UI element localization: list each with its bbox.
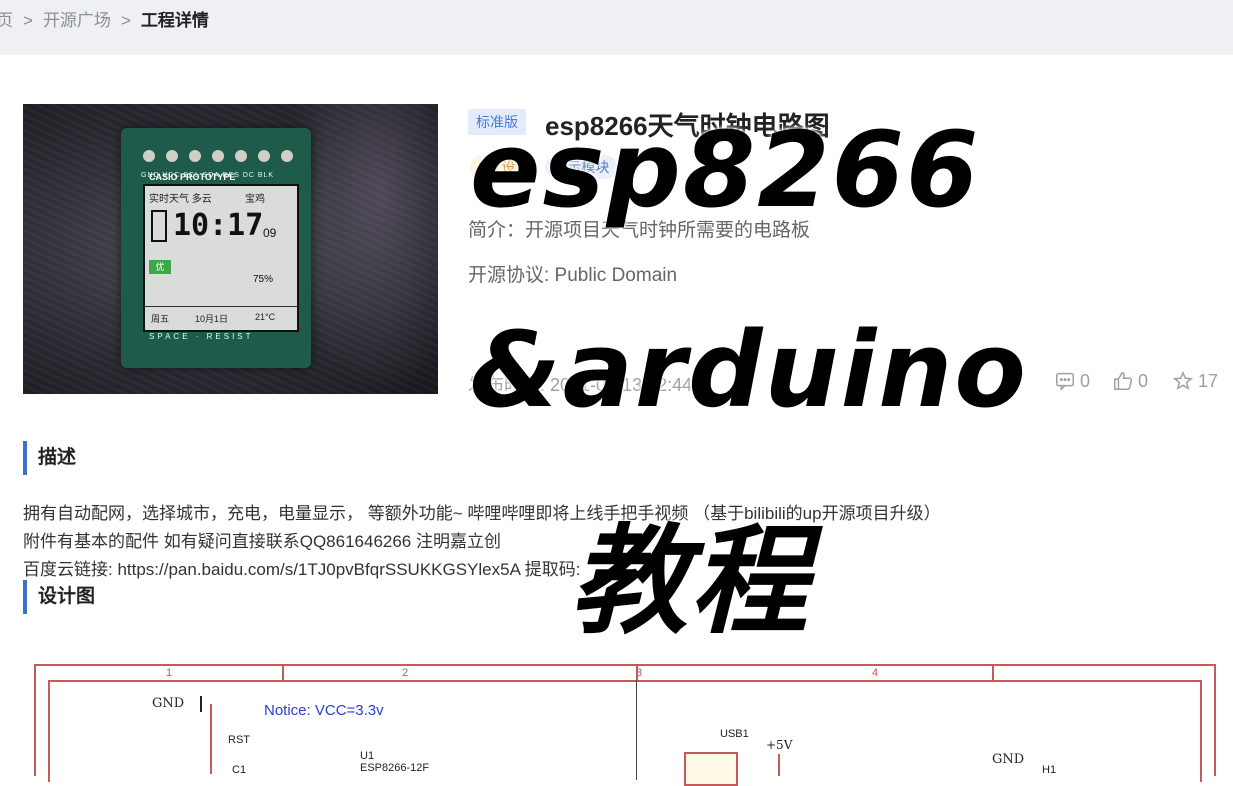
schematic-col-2: 2 xyxy=(402,667,409,679)
device-board: GND VCC SCL SDA RES DC BLK CASIO PROTOTY… xyxy=(121,128,311,368)
lcd-air-quality: 优 xyxy=(149,260,171,274)
breadcrumb-separator: > xyxy=(23,11,33,30)
project-photo[interactable]: GND VCC SCL SDA RES DC BLK CASIO PROTOTY… xyxy=(23,104,438,394)
battery-icon xyxy=(151,210,167,242)
likes-stat[interactable]: 0 xyxy=(1112,370,1148,392)
schematic-col-4: 4 xyxy=(872,667,879,679)
schematic-rst: RST xyxy=(228,734,250,746)
lcd-seconds: 09 xyxy=(263,226,277,240)
lcd-weather: 实时天气 多云 xyxy=(149,194,212,205)
board-footer: SPACE · RESIST xyxy=(149,332,254,341)
comment-icon xyxy=(1056,372,1074,392)
lcd-time: 10:17 xyxy=(173,208,264,243)
description-heading: 描述 xyxy=(23,441,76,475)
breadcrumb-square-link[interactable]: 开源广场 xyxy=(43,6,111,31)
schematic-u1-part: ESP8266-12F xyxy=(360,762,430,774)
likes-count: 0 xyxy=(1138,370,1149,391)
description-line-3[interactable]: 百度云链接: https://pan.baidu.com/s/1TJ0pvBfq… xyxy=(23,555,580,580)
project-license: 开源协议: Public Domain xyxy=(468,265,678,286)
description-line-2: 附件有基本的配件 如有疑问直接联系QQ861646266 注明嘉立创 xyxy=(23,532,501,551)
overlay-title-line-1: esp8266 xyxy=(470,109,981,231)
thumbs-up-icon xyxy=(1114,372,1133,390)
lcd-date: 10月1日 xyxy=(195,314,229,324)
schematic-c1: C1 xyxy=(232,764,247,776)
schematic-col-1: 1 xyxy=(166,667,173,679)
lcd-temp: 21°C xyxy=(255,312,276,322)
design-heading: 设计图 xyxy=(23,580,95,614)
breadcrumb-bar: 页 > 开源广场 > 工程详情 xyxy=(0,0,1233,55)
comments-stat[interactable]: 0 xyxy=(1054,370,1090,392)
schematic-h1: H1 xyxy=(1042,764,1057,776)
star-icon xyxy=(1172,370,1194,390)
overlay-title-line-2: &arduino xyxy=(470,309,1028,431)
lcd-screen: CASIO PROTOTYPE 实时天气 多云 宝鸡 10:17 09 优 75… xyxy=(143,172,299,332)
lcd-weekday: 周五 xyxy=(151,314,170,324)
breadcrumb-home-link[interactable]: 页 xyxy=(0,6,13,31)
schematic-notice: Notice: VCC=3.3v xyxy=(264,702,384,719)
lcd-city: 宝鸡 xyxy=(245,194,265,205)
breadcrumb: 页 > 开源广场 > 工程详情 xyxy=(0,6,209,31)
schematic-usb1: USB1 xyxy=(720,728,749,740)
breadcrumb-separator: > xyxy=(120,11,131,30)
stars-count: 17 xyxy=(1198,370,1219,391)
schematic-gnd-right: GND xyxy=(992,752,1025,767)
lcd-brand: CASIO PROTOTYPE xyxy=(149,172,236,182)
overlay-title-line-3: 教程 xyxy=(570,512,811,650)
schematic-preview[interactable]: 1 2 3 4 GND Notice: VCC=3.3v RST C1 U1 E… xyxy=(34,664,1216,786)
lcd-footer-row: 周五 10月1日 21°C xyxy=(145,306,297,329)
schematic-gnd-left: GND xyxy=(152,696,185,711)
schematic-u1: U1 xyxy=(360,750,375,762)
schematic-5v: +5V xyxy=(766,738,793,752)
stars-stat[interactable]: 17 xyxy=(1172,370,1218,392)
comments-count: 0 xyxy=(1080,370,1091,391)
breadcrumb-current: 工程详情 xyxy=(140,11,209,30)
lcd-humidity: 75% xyxy=(253,274,274,285)
schematic-col-3: 3 xyxy=(636,667,643,679)
